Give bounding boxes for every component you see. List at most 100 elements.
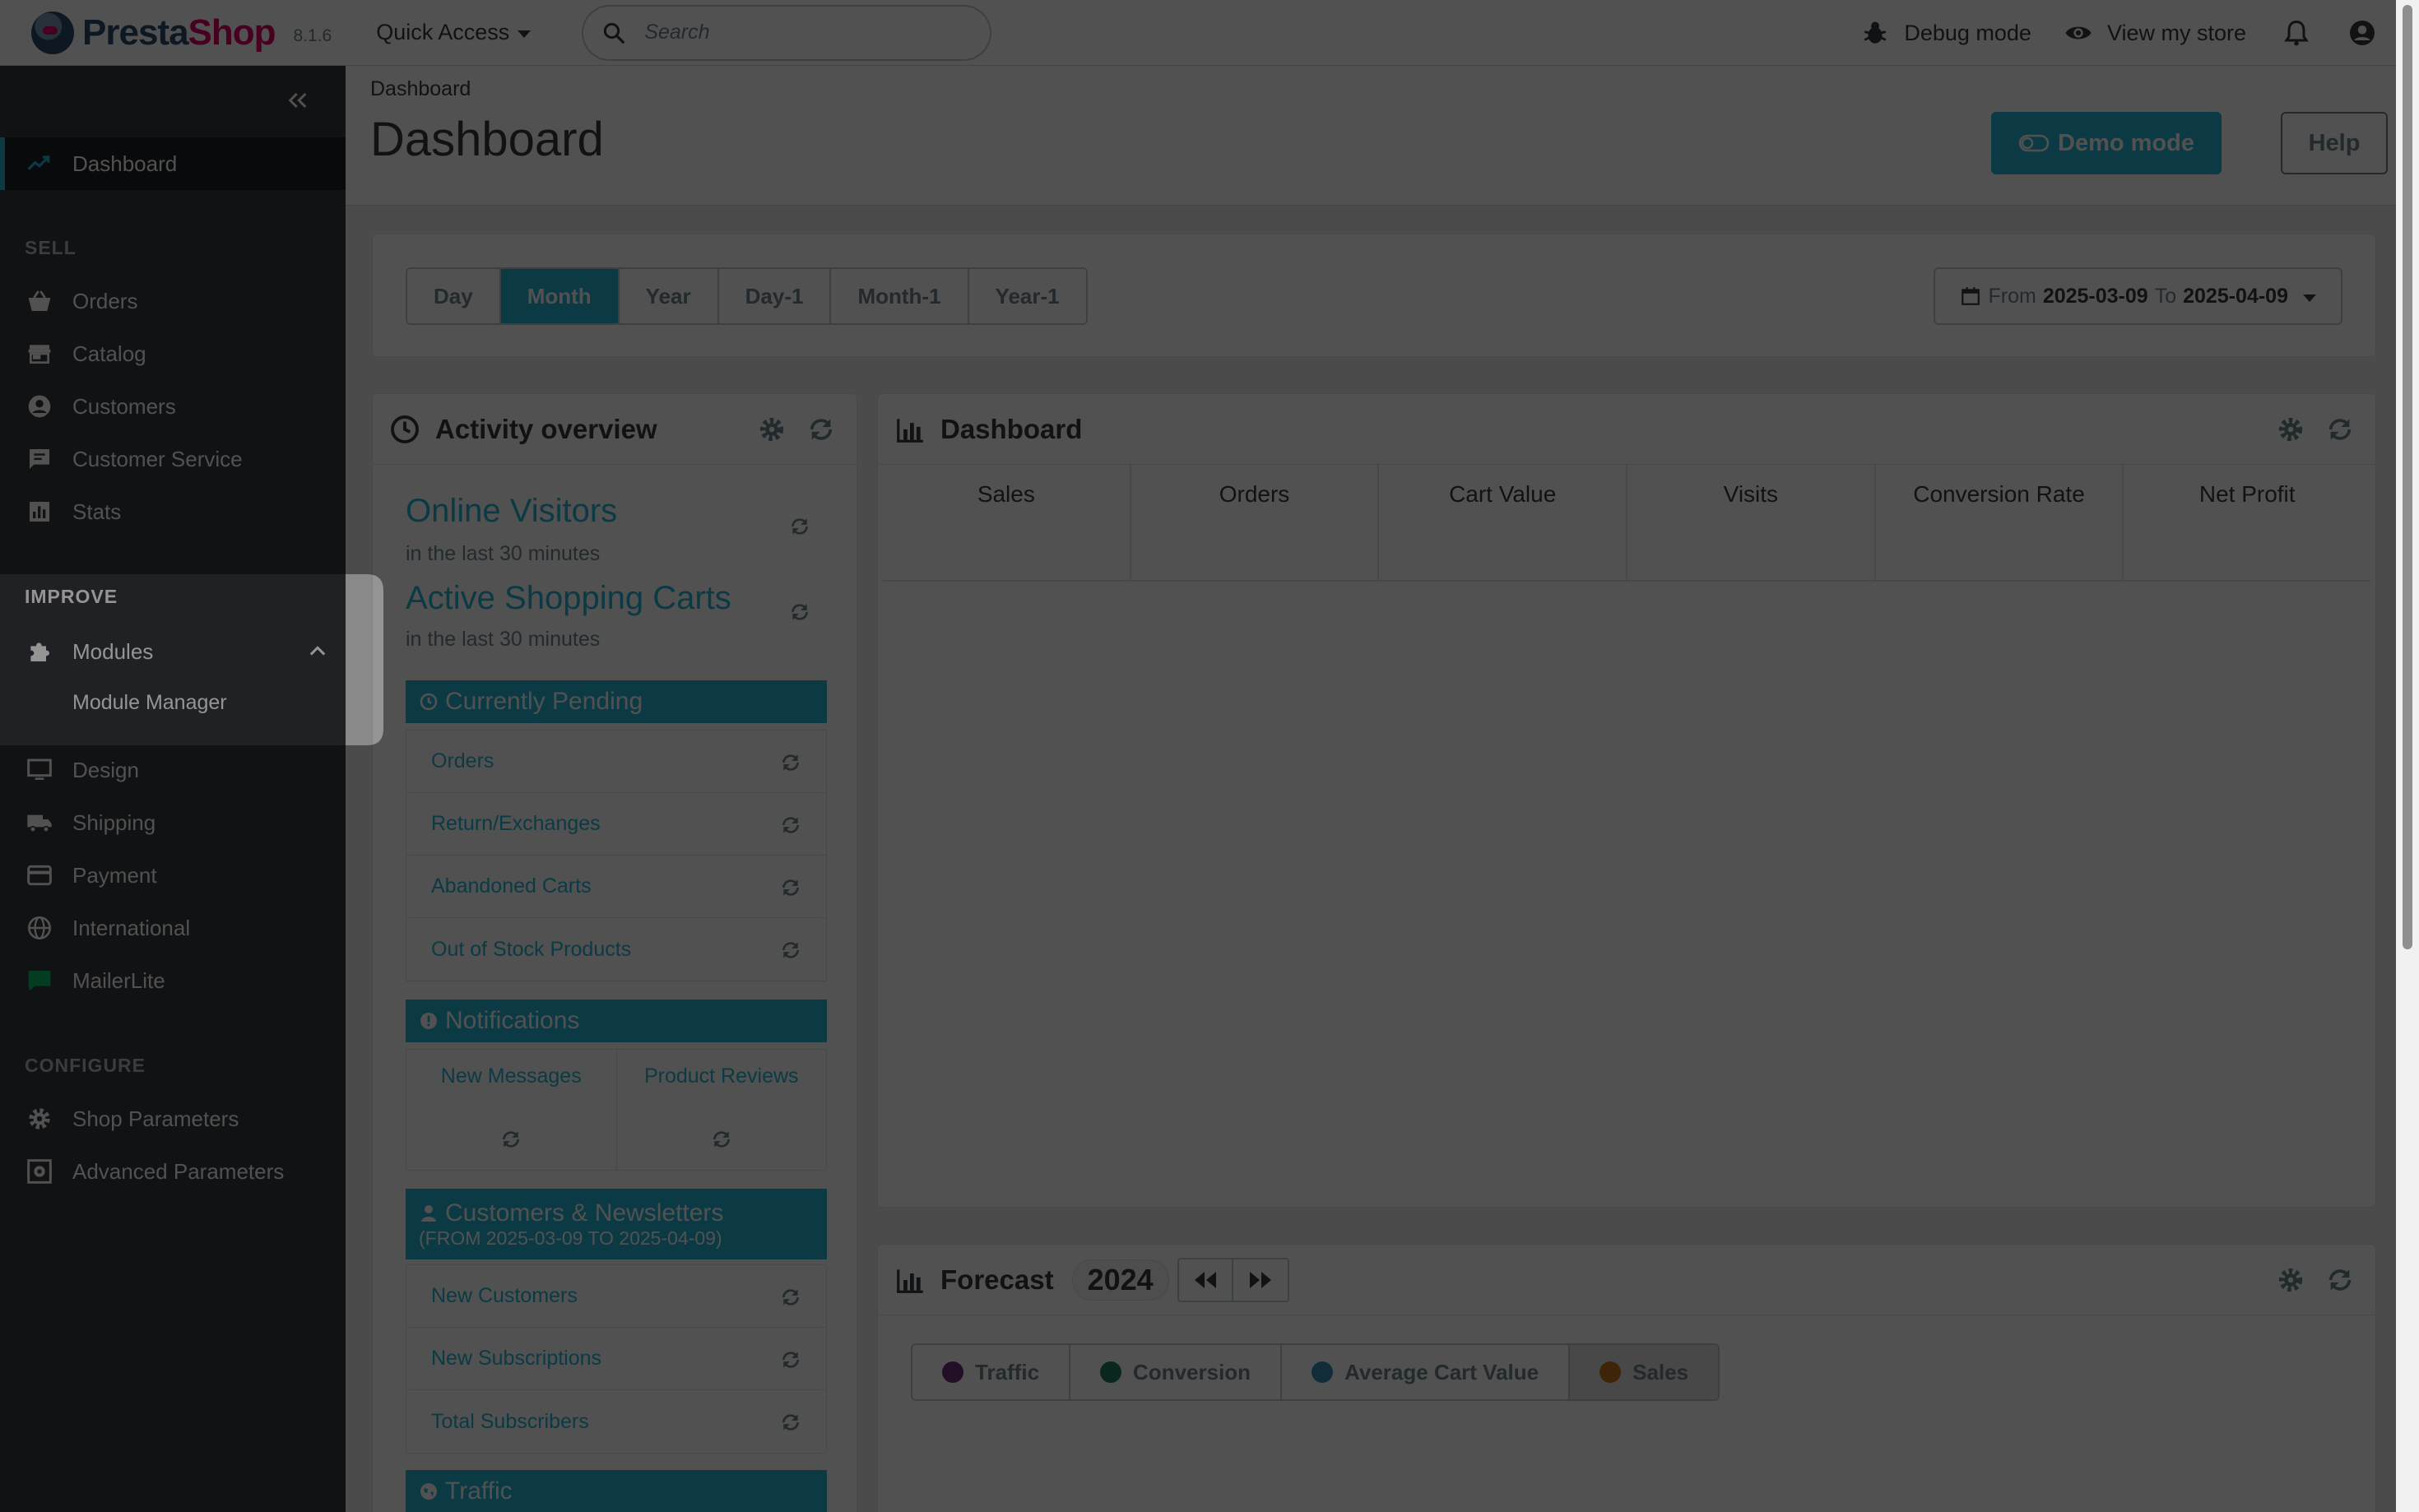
new-messages-link[interactable]: New Messages — [406, 1050, 617, 1170]
date-from-label: From — [1988, 284, 2036, 308]
notifications-button[interactable] — [2281, 17, 2312, 49]
sidebar-item-customers[interactable]: Customers — [0, 380, 346, 433]
sidebar-item-design[interactable]: Design — [0, 744, 346, 796]
sidebar-item-shop-parameters[interactable]: Shop Parameters — [0, 1092, 346, 1145]
help-button[interactable]: Help — [2281, 112, 2388, 174]
sidebar-item-shipping[interactable]: Shipping — [0, 796, 346, 849]
metric-average-cart-value-button[interactable]: Average Cart Value — [1282, 1345, 1571, 1399]
user-circle-icon — [2350, 21, 2375, 45]
gear-icon — [2278, 1268, 2303, 1292]
conversion-dot-icon — [1100, 1361, 1122, 1383]
currently-pending-header: Currently Pending — [406, 680, 827, 723]
brand-name: PrestaShop — [82, 12, 276, 53]
refresh-icon[interactable] — [780, 1412, 801, 1433]
refresh-icon[interactable] — [500, 1129, 522, 1150]
list-item-label: Orders — [431, 749, 494, 772]
sidebar-item-stats[interactable]: Stats — [0, 485, 346, 538]
dashboard-kpi-card: Dashboard Sales Orders Cart Value Visits… — [877, 393, 2376, 1208]
pending-orders[interactable]: Orders — [406, 730, 826, 793]
pending-out-of-stock[interactable]: Out of Stock Products — [406, 918, 826, 981]
sidebar-item-customer-service[interactable]: Customer Service — [0, 433, 346, 485]
sidebar-item-advanced-parameters[interactable]: Advanced Parameters — [0, 1145, 346, 1198]
period-day-button[interactable]: Day — [407, 269, 501, 323]
refresh-button[interactable] — [2326, 415, 2356, 445]
settings-box-icon — [25, 1157, 54, 1186]
configure-button[interactable] — [758, 415, 787, 445]
online-visitors-link[interactable]: Online Visitors — [406, 493, 617, 530]
refresh-icon[interactable] — [789, 516, 810, 537]
period-year-button[interactable]: Year — [619, 269, 719, 323]
forecast-title: Forecast — [940, 1264, 1054, 1295]
product-reviews-link[interactable]: Product Reviews — [617, 1050, 827, 1170]
period-month-minus-1-button[interactable]: Month-1 — [831, 269, 969, 323]
metric-traffic-button[interactable]: Traffic — [912, 1345, 1071, 1399]
kpi-visits[interactable]: Visits — [1627, 465, 1876, 580]
kpi-sales[interactable]: Sales — [883, 465, 1131, 580]
kpi-net-profit[interactable]: Net Profit — [2124, 465, 2370, 580]
period-day-minus-1-button[interactable]: Day-1 — [718, 269, 832, 323]
sidebar-item-modules[interactable]: Modules — [0, 625, 346, 678]
collapse-sidebar-button[interactable] — [281, 84, 314, 117]
refresh-button[interactable] — [807, 415, 837, 445]
currently-pending-title: Currently Pending — [445, 688, 643, 715]
metric-conversion-button[interactable]: Conversion — [1070, 1345, 1283, 1399]
refresh-icon[interactable] — [780, 939, 801, 961]
refresh-button[interactable] — [2326, 1266, 2356, 1296]
search-input[interactable] — [644, 21, 974, 44]
refresh-icon — [810, 419, 833, 440]
sidebar-subitem-module-manager[interactable]: Module Manager — [72, 691, 227, 715]
traffic-header: Traffic — [406, 1470, 827, 1512]
prestashop-logo[interactable]: PrestaShop — [31, 11, 276, 54]
date-range-picker[interactable]: From 2025-03-09 To 2025-04-09 — [1934, 267, 2342, 325]
sidebar-item-mailerlite[interactable]: MailerLite — [0, 954, 346, 1007]
configure-button[interactable] — [2277, 1266, 2306, 1296]
refresh-icon[interactable] — [780, 1287, 801, 1308]
sidebar-item-catalog[interactable]: Catalog — [0, 327, 346, 380]
pending-returns[interactable]: Return/Exchanges — [406, 793, 826, 856]
refresh-icon[interactable] — [780, 877, 801, 898]
double-chevron-left-icon — [288, 92, 307, 109]
view-store-link[interactable]: View my store — [2064, 19, 2246, 47]
pending-abandoned-carts[interactable]: Abandoned Carts — [406, 856, 826, 918]
scrollbar-thumb[interactable] — [2403, 5, 2412, 949]
previous-year-button[interactable] — [1178, 1259, 1233, 1301]
page-scrollbar[interactable] — [2396, 0, 2419, 1512]
online-visitors-subtitle: in the last 30 minutes — [406, 542, 601, 565]
account-button[interactable] — [2347, 17, 2378, 49]
refresh-icon[interactable] — [711, 1129, 732, 1150]
new-customers[interactable]: New Customers — [406, 1265, 826, 1328]
top-bar: PrestaShop 8.1.6 Quick Access Debug mode… — [0, 0, 2419, 66]
sidebar-item-payment[interactable]: Payment — [0, 849, 346, 902]
new-subscriptions[interactable]: New Subscriptions — [406, 1328, 826, 1390]
sidebar-item-orders[interactable]: Orders — [0, 275, 346, 327]
total-subscribers[interactable]: Total Subscribers — [406, 1390, 826, 1453]
quick-access-dropdown[interactable]: Quick Access — [376, 20, 532, 45]
demo-mode-button[interactable]: Demo mode — [1991, 112, 2222, 174]
backward-icon — [1194, 1271, 1216, 1288]
period-month-button[interactable]: Month — [500, 269, 620, 323]
next-year-button[interactable] — [1233, 1259, 1288, 1301]
breadcrumb[interactable]: Dashboard — [370, 77, 471, 101]
search-box[interactable] — [582, 4, 992, 61]
sidebar-item-international[interactable]: International — [0, 902, 346, 954]
kpi-conversion-rate[interactable]: Conversion Rate — [1876, 465, 2124, 580]
refresh-icon[interactable] — [780, 752, 801, 773]
gear-icon — [2278, 417, 2303, 442]
sidebar: Dashboard SELL Orders Catalog Customers … — [0, 66, 346, 1512]
prestashop-logo-icon — [31, 11, 74, 54]
metric-sales-button[interactable]: Sales — [1570, 1345, 1719, 1399]
refresh-icon[interactable] — [789, 601, 810, 623]
kpi-cart-value[interactable]: Cart Value — [1379, 465, 1628, 580]
toggle-icon — [2018, 134, 2050, 152]
refresh-icon[interactable] — [780, 1349, 801, 1371]
truck-icon — [25, 808, 54, 837]
mailerlite-icon — [25, 966, 54, 995]
debug-mode-link[interactable]: Debug mode — [1861, 19, 2031, 47]
forecast-year: 2024 — [1071, 1259, 1169, 1301]
configure-button[interactable] — [2277, 415, 2306, 445]
kpi-orders[interactable]: Orders — [1131, 465, 1380, 580]
period-year-minus-1-button[interactable]: Year-1 — [968, 269, 1086, 323]
sidebar-item-dashboard[interactable]: Dashboard — [0, 137, 346, 190]
refresh-icon[interactable] — [780, 814, 801, 836]
active-carts-link[interactable]: Active Shopping Carts — [406, 580, 731, 617]
